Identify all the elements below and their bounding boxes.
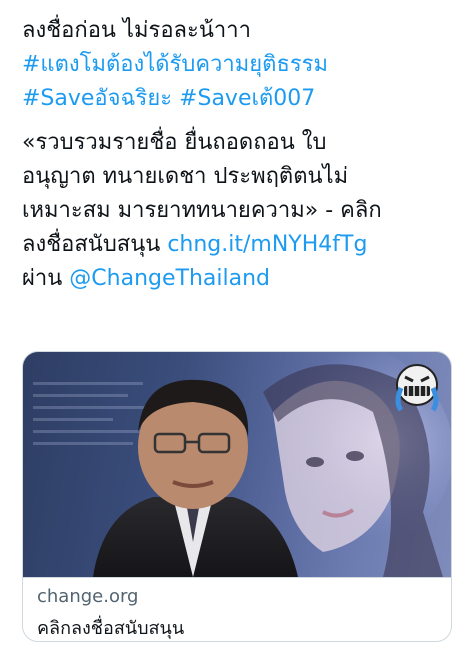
petition-link[interactable]: chng.it/mNYH4fTg <box>167 232 367 257</box>
card-image[interactable] <box>23 352 451 577</box>
hashtag-link[interactable]: #แตงโมต้องได้รับความยุติธรรม <box>22 48 462 82</box>
card-photo <box>23 352 451 577</box>
tweet-body-line: ผ่าน @ChangeThailand <box>22 262 462 296</box>
tweet-text: ลงชื่อก่อน ไม่รอละน้าาา #แตงโมต้องได้รับ… <box>22 14 462 296</box>
tweet-line-1: ลงชื่อก่อน ไม่รอละน้าาา <box>22 18 251 43</box>
card-domain: change.org <box>37 586 139 607</box>
mention-link[interactable]: @ChangeThailand <box>69 266 270 291</box>
tweet-body-line: ลงชื่อสนับสนุน chng.it/mNYH4fTg <box>22 228 462 262</box>
card-meta[interactable]: change.org คลิกลงชื่อสนับสนุน <box>23 577 451 641</box>
tweet-body-line: เหมาะสม มารยาททนายความ» - คลิก <box>22 198 382 223</box>
hashtag-link[interactable]: #Saveอัจฉริยะ <box>22 86 172 111</box>
hashtag-link[interactable]: #Saveเต้007 <box>179 86 315 111</box>
tweet-body-line: อนุญาต ทนายเดชา ประพฤติตนไม่ <box>22 164 349 189</box>
link-preview-card[interactable]: change.org คลิกลงชื่อสนับสนุน <box>22 351 452 642</box>
tweet-body-text: ลงชื่อสนับสนุน <box>22 232 161 257</box>
tweet-body-text: ผ่าน <box>22 266 63 291</box>
card-title: คลิกลงชื่อสนับสนุน <box>37 618 185 639</box>
hashtag-row: #Saveอัจฉริยะ #Saveเต้007 <box>22 82 462 116</box>
tweet-body-line: «รวบรวมรายชื่อ ยื่นถอดถอน ใบ <box>22 130 327 155</box>
